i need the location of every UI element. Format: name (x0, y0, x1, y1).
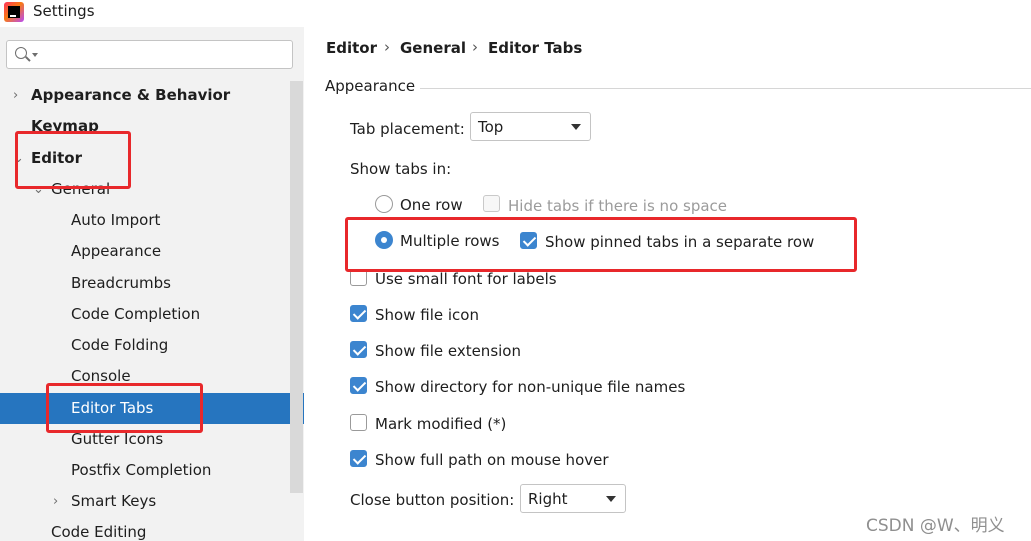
breadcrumb-editor-tabs: Editor Tabs (488, 39, 583, 57)
sidebar-item-label: Auto Import (71, 211, 161, 229)
group-title-appearance: Appearance (325, 77, 416, 95)
sidebar-item-code-editing[interactable]: Code Editing (0, 517, 290, 541)
chevron-right-icon[interactable]: › (53, 486, 65, 517)
file-icon-label[interactable]: Show file icon (375, 306, 479, 324)
sidebar-item-breadcrumbs[interactable]: Breadcrumbs (0, 268, 290, 299)
breadcrumb-separator: › (472, 38, 478, 56)
sidebar-item-label: Code Editing (51, 523, 147, 541)
search-history-dropdown-icon[interactable] (32, 53, 38, 57)
sidebar-item-smart-keys[interactable]: › Smart Keys (0, 486, 290, 517)
breadcrumb-separator: › (384, 38, 390, 56)
close-button-position-value: Right (528, 490, 568, 508)
mark-modified-label[interactable]: Mark modified (*) (375, 415, 506, 433)
sidebar-item-appearance[interactable]: Appearance (0, 236, 290, 267)
tab-placement-label: Tab placement: (350, 120, 465, 138)
settings-content: Editor › General › Editor Tabs Appearanc… (304, 27, 1031, 541)
sidebar-item-label: Appearance (71, 242, 162, 260)
sidebar-item-appearance-behavior[interactable]: › Appearance & Behavior (0, 80, 290, 111)
sidebar-item-label: Breadcrumbs (71, 274, 171, 292)
sidebar-item-code-folding[interactable]: Code Folding (0, 330, 290, 361)
directory-checkbox[interactable] (350, 377, 367, 394)
intellij-logo-icon (4, 2, 24, 22)
sidebar-item-label: Smart Keys (71, 492, 157, 510)
settings-sidebar: › Appearance & Behavior Keymap ⌄ Editor … (0, 27, 304, 541)
sidebar-item-label: Postfix Completion (71, 461, 212, 479)
dropdown-arrow-icon (571, 124, 581, 130)
search-icon[interactable] (15, 47, 27, 59)
close-button-position-dropdown[interactable]: Right (520, 484, 626, 513)
one-row-radio[interactable] (375, 195, 393, 213)
breadcrumb-editor[interactable]: Editor (326, 39, 377, 57)
full-path-label[interactable]: Show full path on mouse hover (375, 451, 609, 469)
close-button-position-label: Close button position: (350, 491, 515, 509)
one-row-label[interactable]: One row (400, 196, 463, 214)
sidebar-scrollbar[interactable] (290, 81, 303, 493)
sidebar-item-label: Code Completion (71, 305, 201, 323)
annotation-box-editor-tabs (46, 383, 203, 433)
search-input[interactable] (6, 40, 293, 69)
annotation-box-editor (15, 131, 131, 189)
annotation-box-multiple-rows (345, 217, 857, 272)
sidebar-item-auto-import[interactable]: Auto Import (0, 205, 290, 236)
tab-placement-value: Top (478, 118, 504, 136)
file-icon-checkbox[interactable] (350, 305, 367, 322)
small-font-label[interactable]: Use small font for labels (375, 270, 557, 288)
title-bar: Settings (0, 0, 1031, 27)
group-divider (420, 88, 1031, 89)
sidebar-item-label: Code Folding (71, 336, 169, 354)
dropdown-arrow-icon (606, 496, 616, 502)
sidebar-item-postfix-completion[interactable]: Postfix Completion (0, 455, 290, 486)
breadcrumb-general[interactable]: General (400, 39, 466, 57)
file-extension-checkbox[interactable] (350, 341, 367, 358)
show-tabs-in-label: Show tabs in: (350, 160, 452, 178)
mark-modified-checkbox[interactable] (350, 414, 367, 431)
chevron-right-icon[interactable]: › (13, 80, 25, 111)
full-path-checkbox[interactable] (350, 450, 367, 467)
directory-label[interactable]: Show directory for non-unique file names (375, 378, 685, 396)
window-title: Settings (33, 2, 95, 20)
hide-tabs-checkbox[interactable] (483, 195, 500, 212)
watermark: CSDN @W、明义 (866, 516, 1005, 536)
sidebar-item-code-completion[interactable]: Code Completion (0, 299, 290, 330)
hide-tabs-label: Hide tabs if there is no space (508, 197, 728, 215)
file-extension-label[interactable]: Show file extension (375, 342, 521, 360)
sidebar-item-label: Appearance & Behavior (31, 86, 231, 104)
tab-placement-dropdown[interactable]: Top (470, 112, 591, 141)
